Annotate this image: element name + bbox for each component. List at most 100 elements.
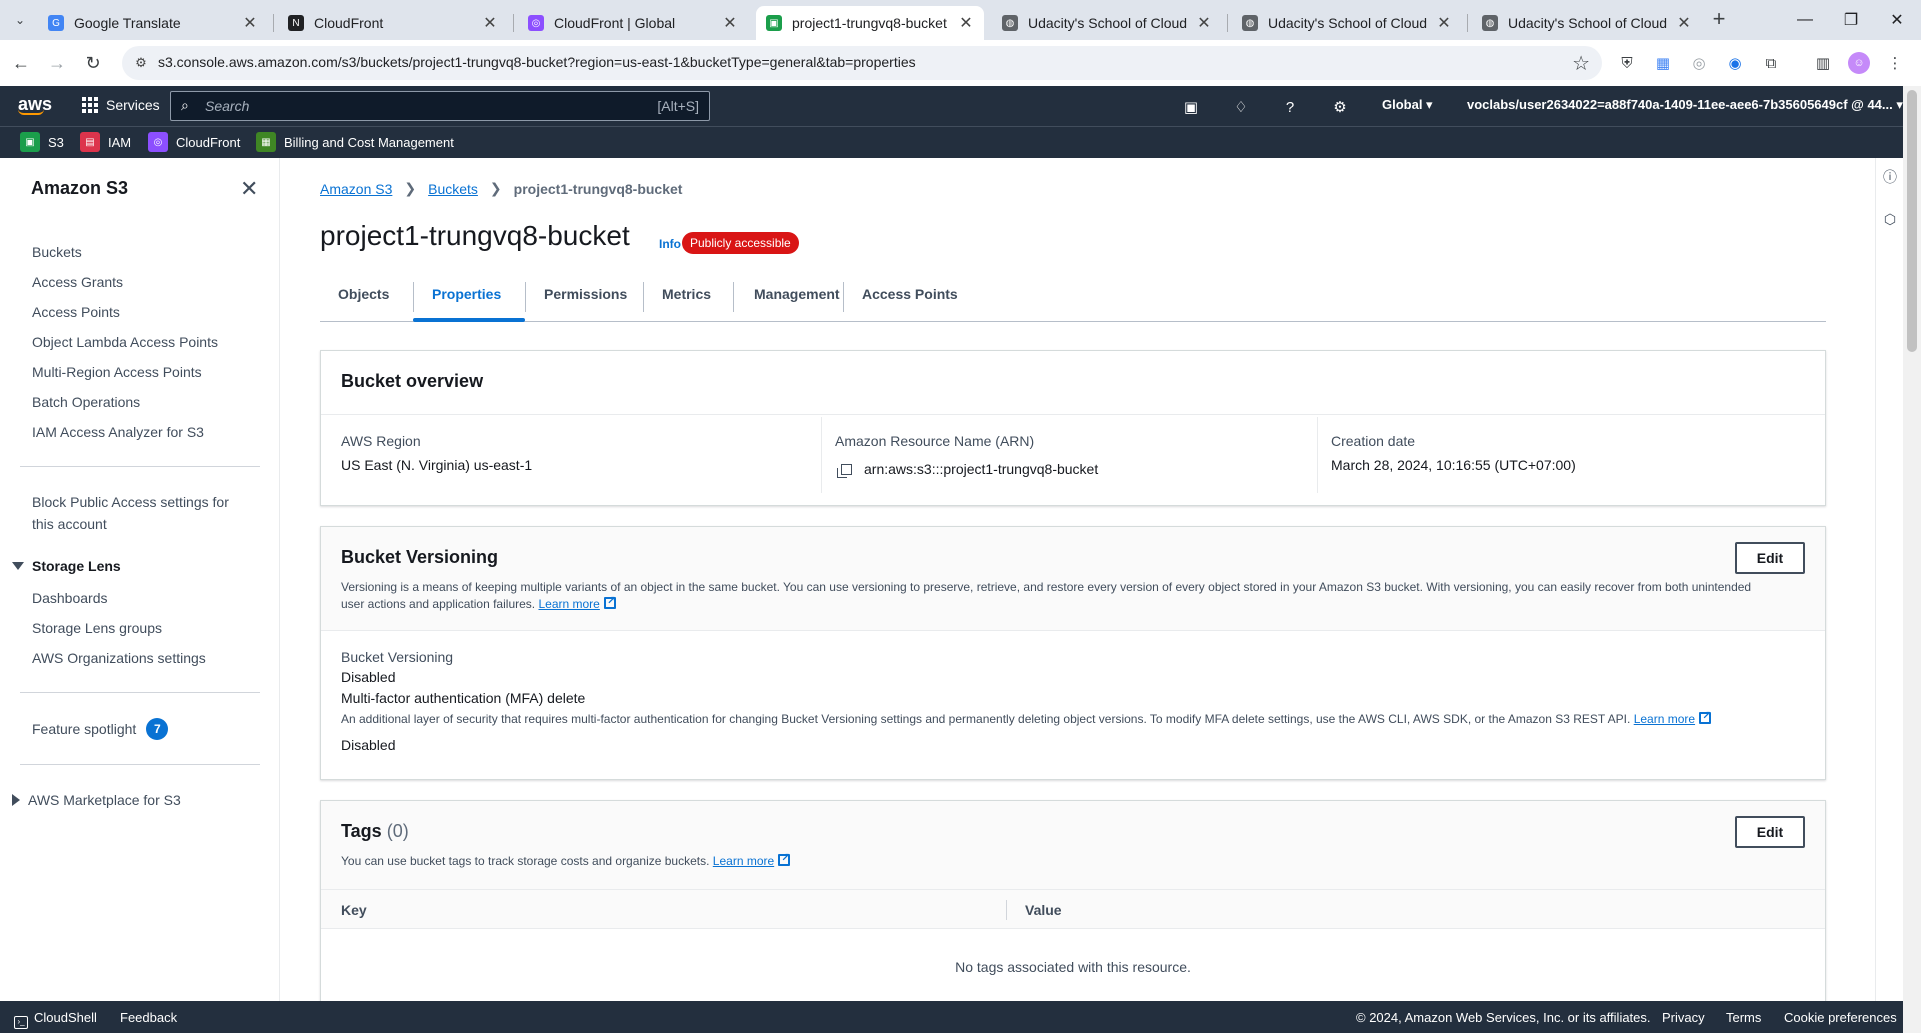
services-menu-button[interactable]: Services (82, 97, 160, 113)
browser-tab-cloudfront[interactable]: N CloudFront ✕ (278, 6, 508, 40)
privacy-link[interactable]: Privacy (1662, 1010, 1705, 1025)
tab-close-icon[interactable]: ✕ (958, 13, 974, 33)
close-window-icon[interactable]: ✕ (1874, 4, 1920, 36)
sidebar-item-feature-spotlight[interactable]: Feature spotlight 7 (32, 718, 169, 740)
restore-window-icon[interactable]: ❐ (1828, 4, 1874, 36)
tab-management[interactable]: Management (754, 286, 840, 302)
tab-metrics[interactable]: Metrics (662, 286, 711, 302)
region-selector[interactable]: Global ▾ (1382, 97, 1433, 113)
sidebar-item-organizations-settings[interactable]: AWS Organizations settings (32, 650, 206, 666)
external-link-icon[interactable] (1699, 708, 1711, 725)
versioning-learn-more-link[interactable]: Learn more (538, 597, 599, 611)
tab-close-icon[interactable]: ✕ (1676, 13, 1692, 33)
sidebar-title[interactable]: Amazon S3 (31, 178, 128, 199)
external-link-icon[interactable] (603, 593, 616, 610)
sidebar-section-marketplace[interactable]: AWS Marketplace for S3 (12, 792, 181, 808)
sidebar-section-storage-lens[interactable]: Storage Lens (12, 558, 121, 574)
cloudshell-button[interactable]: ›_ CloudShell (14, 1010, 97, 1029)
tab-close-icon[interactable]: ✕ (482, 13, 498, 33)
tab-search-chevron-icon[interactable]: ⌄ (8, 8, 32, 32)
favorite-billing[interactable]: ▦ Billing and Cost Management (256, 132, 454, 152)
tab-close-icon[interactable]: ✕ (1436, 13, 1452, 33)
sidebar-item-access-grants[interactable]: Access Grants (32, 274, 123, 290)
column-header-value[interactable]: Value (1025, 902, 1062, 918)
terms-link[interactable]: Terms (1726, 1010, 1761, 1025)
cookie-preferences-link[interactable]: Cookie preferences (1784, 1010, 1897, 1025)
favorite-s3[interactable]: ▣ S3 (20, 132, 64, 152)
favorite-cloudfront[interactable]: ◎ CloudFront (148, 132, 240, 152)
close-sidebar-icon[interactable]: ✕ (240, 176, 258, 202)
browser-tab-s3-bucket[interactable]: ▣ project1-trungvq8-bucket - S3 ✕ (756, 6, 984, 40)
minimize-window-icon[interactable]: — (1782, 4, 1828, 36)
versioning-edit-button[interactable]: Edit (1735, 542, 1805, 574)
aws-search-input[interactable]: ⌕ Search [Alt+S] (170, 91, 710, 121)
forward-arrow-icon[interactable]: → (44, 50, 70, 76)
aws-logo[interactable]: aws (18, 94, 52, 115)
url-text[interactable]: s3.console.aws.amazon.com/s3/buckets/pro… (158, 54, 916, 70)
globe-favicon-icon: ◍ (1242, 15, 1258, 31)
sidebar-item-buckets[interactable]: Buckets (32, 244, 82, 260)
browser-tab-udacity-3[interactable]: ◍ Udacity's School of Cloud Com ✕ (1472, 6, 1702, 40)
tab-permissions[interactable]: Permissions (544, 286, 627, 302)
tags-learn-more-link[interactable]: Learn more (713, 854, 774, 868)
column-header-key[interactable]: Key (341, 902, 367, 918)
tab-access-points[interactable]: Access Points (862, 286, 958, 302)
copy-icon[interactable] (837, 464, 852, 478)
back-arrow-icon[interactable]: ← (8, 50, 34, 76)
wave-extension-icon[interactable]: ◉ (1724, 52, 1746, 74)
sidebar-item-block-public-access[interactable]: Block Public Access settings for (32, 494, 229, 510)
tab-close-icon[interactable]: ✕ (722, 13, 738, 33)
tab-objects[interactable]: Objects (338, 286, 389, 302)
tab-close-icon[interactable]: ✕ (242, 13, 258, 33)
external-link-icon[interactable] (778, 850, 790, 867)
compass-extension-icon[interactable]: ◎ (1688, 52, 1710, 74)
translate-extension-icon[interactable]: ▦ (1652, 52, 1674, 74)
scrollbar-thumb[interactable] (1907, 90, 1917, 352)
tags-edit-button[interactable]: Edit (1735, 816, 1805, 848)
info-panel-icon[interactable]: ⓘ (1881, 168, 1899, 186)
address-bar[interactable]: ⚙ s3.console.aws.amazon.com/s3/buckets/p… (122, 46, 1602, 80)
notion-favicon-icon: N (288, 15, 304, 31)
tab-separator (843, 282, 844, 312)
notifications-bell-icon[interactable]: ♢ (1230, 96, 1252, 118)
browser-tab-google-translate[interactable]: G Google Translate ✕ (38, 6, 268, 40)
page-scrollbar[interactable] (1903, 86, 1921, 1033)
tags-panel: Tags (0) Edit You can use bucket tags to… (320, 800, 1826, 1001)
browser-tab-udacity-1[interactable]: ◍ Udacity's School of Cloud Com ✕ (992, 6, 1222, 40)
profile-avatar-icon[interactable]: ☺ (1848, 52, 1870, 74)
sidebar-item-multi-region[interactable]: Multi-Region Access Points (32, 364, 202, 380)
section-label: AWS Marketplace for S3 (28, 792, 181, 808)
help-panel-icon[interactable]: ⬡ (1881, 210, 1899, 228)
bookmark-star-icon[interactable]: ☆ (1572, 51, 1590, 76)
breadcrumb-buckets[interactable]: Buckets (428, 181, 478, 197)
sidebar-item-object-lambda[interactable]: Object Lambda Access Points (32, 334, 218, 350)
chrome-menu-icon[interactable]: ⋮ (1884, 52, 1906, 74)
browser-tab-udacity-2[interactable]: ◍ Udacity's School of Cloud Com ✕ (1232, 6, 1462, 40)
info-link[interactable]: Info (659, 237, 681, 251)
favorite-iam[interactable]: ▤ IAM (80, 132, 131, 152)
breadcrumb-amazon-s3[interactable]: Amazon S3 (320, 181, 392, 197)
site-info-icon[interactable]: ⚙ (132, 54, 150, 72)
sidebar-item-block-public-access-cont[interactable]: this account (32, 516, 107, 532)
new-tab-plus-icon[interactable]: + (1705, 8, 1733, 32)
shield-extension-icon[interactable]: ⛨ (1616, 52, 1638, 74)
feedback-link[interactable]: Feedback (120, 1010, 177, 1025)
sidebar-item-dashboards[interactable]: Dashboards (32, 590, 108, 606)
tab-close-icon[interactable]: ✕ (1196, 13, 1212, 33)
cloudshell-terminal-icon[interactable]: ▣ (1180, 96, 1202, 118)
sidebar-item-access-points[interactable]: Access Points (32, 304, 120, 320)
extensions-puzzle-icon[interactable]: ⧉ (1760, 52, 1782, 74)
account-menu[interactable]: voclabs/user2634022=a88f740a-1409-11ee-a… (1467, 97, 1903, 113)
mfa-learn-more-link[interactable]: Learn more (1634, 712, 1695, 726)
sidebar-item-storage-lens-groups[interactable]: Storage Lens groups (32, 620, 162, 636)
tab-properties[interactable]: Properties (432, 286, 501, 302)
sidebar-item-batch-operations[interactable]: Batch Operations (32, 394, 140, 410)
sidebar-divider (20, 692, 260, 693)
help-icon[interactable]: ? (1279, 96, 1301, 118)
side-panel-icon[interactable]: ▥ (1812, 52, 1834, 74)
sidebar-item-iam-access-analyzer[interactable]: IAM Access Analyzer for S3 (32, 424, 204, 440)
browser-tab-cloudfront-global[interactable]: ◎ CloudFront | Global ✕ (518, 6, 748, 40)
settings-gear-icon[interactable]: ⚙ (1329, 96, 1351, 118)
arn-value: arn:aws:s3:::project1-trungvq8-bucket (864, 461, 1099, 477)
reload-icon[interactable]: ↻ (80, 50, 106, 76)
